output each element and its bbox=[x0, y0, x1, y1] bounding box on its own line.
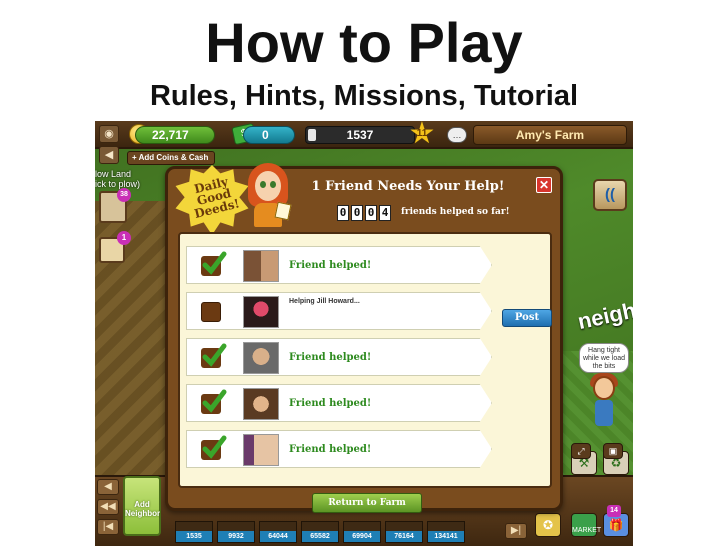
scroll-last-icon[interactable]: ▶| bbox=[505, 523, 527, 539]
row-status: Friend helped! bbox=[289, 444, 372, 455]
friend-avatar bbox=[243, 342, 279, 374]
row-status: Friend helped! bbox=[289, 260, 372, 271]
neighbor-slot[interactable]: 1535 bbox=[175, 521, 213, 543]
speech-bubble: Hang tight while we load the bits bbox=[579, 343, 629, 373]
check-icon bbox=[201, 435, 227, 460]
xp-bar: 1537 bbox=[305, 126, 415, 144]
helped-counter: 0 0 0 4 bbox=[337, 205, 391, 221]
neighbor-sign: neigh bbox=[575, 297, 633, 335]
friend-row: Friend helped! bbox=[186, 338, 492, 376]
slide-title: How to Play bbox=[205, 11, 523, 74]
friend-row: Friend helped! bbox=[186, 430, 492, 468]
post-button[interactable]: Post bbox=[502, 309, 552, 327]
sound-icon[interactable]: ◀ bbox=[99, 146, 119, 164]
scroll-left-icon[interactable]: ◀ bbox=[97, 479, 119, 495]
row-status: Friend helped! bbox=[289, 352, 372, 363]
row-status: Friend helped! bbox=[289, 398, 372, 409]
scroll-left-fast-icon[interactable]: ◀◀ bbox=[97, 499, 119, 515]
good-deeds-dialog: Daily Good Deeds! 1 Friend Needs Your He… bbox=[165, 163, 563, 513]
game-screenshot: 22,717 $ 0 1537 ★ 11 … Amy's Farm ◉ ◀ + … bbox=[95, 121, 633, 546]
coins-counter: 22,717 bbox=[135, 126, 215, 144]
neighbor-slot[interactable]: 134141 bbox=[427, 521, 465, 543]
neighbor-slot[interactable]: 65582 bbox=[301, 521, 339, 543]
row-status: Helping Jill Howard... bbox=[289, 298, 360, 305]
friend-avatar bbox=[243, 388, 279, 420]
farm-name[interactable]: Amy's Farm bbox=[473, 125, 627, 145]
hostess-character bbox=[246, 163, 292, 229]
friends-list: Friend helped! Helping Jill Howard... Po… bbox=[178, 232, 552, 488]
scroll-first-icon[interactable]: |◀ bbox=[97, 519, 119, 535]
check-icon bbox=[201, 343, 227, 368]
market-button[interactable]: MARKET bbox=[571, 513, 601, 537]
farmer-character bbox=[587, 373, 621, 436]
return-to-farm-button[interactable]: Return to Farm bbox=[312, 493, 422, 513]
chat-icon[interactable]: … bbox=[447, 127, 467, 143]
side-item-badge: 1 bbox=[117, 231, 131, 245]
xp-value: 1537 bbox=[346, 128, 374, 142]
slide-subtitle: Rules, Hints, Missions, Tutorial bbox=[149, 80, 579, 112]
feed-icon[interactable]: (( bbox=[593, 179, 627, 211]
friend-row: Helping Jill Howard... bbox=[186, 292, 492, 330]
plow-label: low Land ick to plow) bbox=[95, 169, 141, 189]
cash-counter: 0 bbox=[243, 126, 295, 144]
check-icon bbox=[201, 389, 227, 414]
neighbor-slot[interactable]: 76164 bbox=[385, 521, 423, 543]
side-item-badge: 38 bbox=[117, 188, 131, 202]
eye-icon[interactable]: ◉ bbox=[99, 125, 119, 143]
level-number: 11 bbox=[416, 128, 428, 139]
counter-digit: 0 bbox=[351, 205, 363, 221]
add-neighbor-button[interactable]: Add Neighbor bbox=[123, 476, 161, 536]
dialog-title: 1 Friend Needs Your Help! bbox=[311, 179, 505, 194]
friend-avatar bbox=[243, 250, 279, 282]
neighbor-slot[interactable]: 64044 bbox=[259, 521, 297, 543]
check-icon bbox=[201, 251, 227, 276]
unchecked-box bbox=[201, 302, 221, 322]
add-coins-button[interactable]: + Add Coins & Cash bbox=[127, 151, 215, 165]
friend-row: Friend helped! bbox=[186, 246, 492, 284]
camera-icon[interactable]: ▣ bbox=[603, 443, 623, 459]
daily-good-deeds-badge: Daily Good Deeds! bbox=[174, 165, 250, 235]
counter-label: friends helped so far! bbox=[401, 207, 510, 217]
top-toolbar: 22,717 $ 0 1537 ★ 11 … Amy's Farm bbox=[95, 121, 633, 149]
expand-icon[interactable]: ⤢ bbox=[571, 443, 591, 459]
gift-badge: 14 bbox=[607, 505, 621, 517]
neighbor-slot[interactable]: 9932 bbox=[217, 521, 255, 543]
counter-digit: 4 bbox=[379, 205, 391, 221]
close-button[interactable]: ✕ bbox=[536, 177, 552, 193]
counter-digit: 0 bbox=[365, 205, 377, 221]
counter-digit: 0 bbox=[337, 205, 349, 221]
ribbon-icon[interactable]: ✪ bbox=[535, 513, 561, 537]
neighbor-slot[interactable]: 69904 bbox=[343, 521, 381, 543]
friend-row: Friend helped! bbox=[186, 384, 492, 422]
friend-avatar bbox=[243, 296, 279, 328]
friend-avatar bbox=[243, 434, 279, 466]
